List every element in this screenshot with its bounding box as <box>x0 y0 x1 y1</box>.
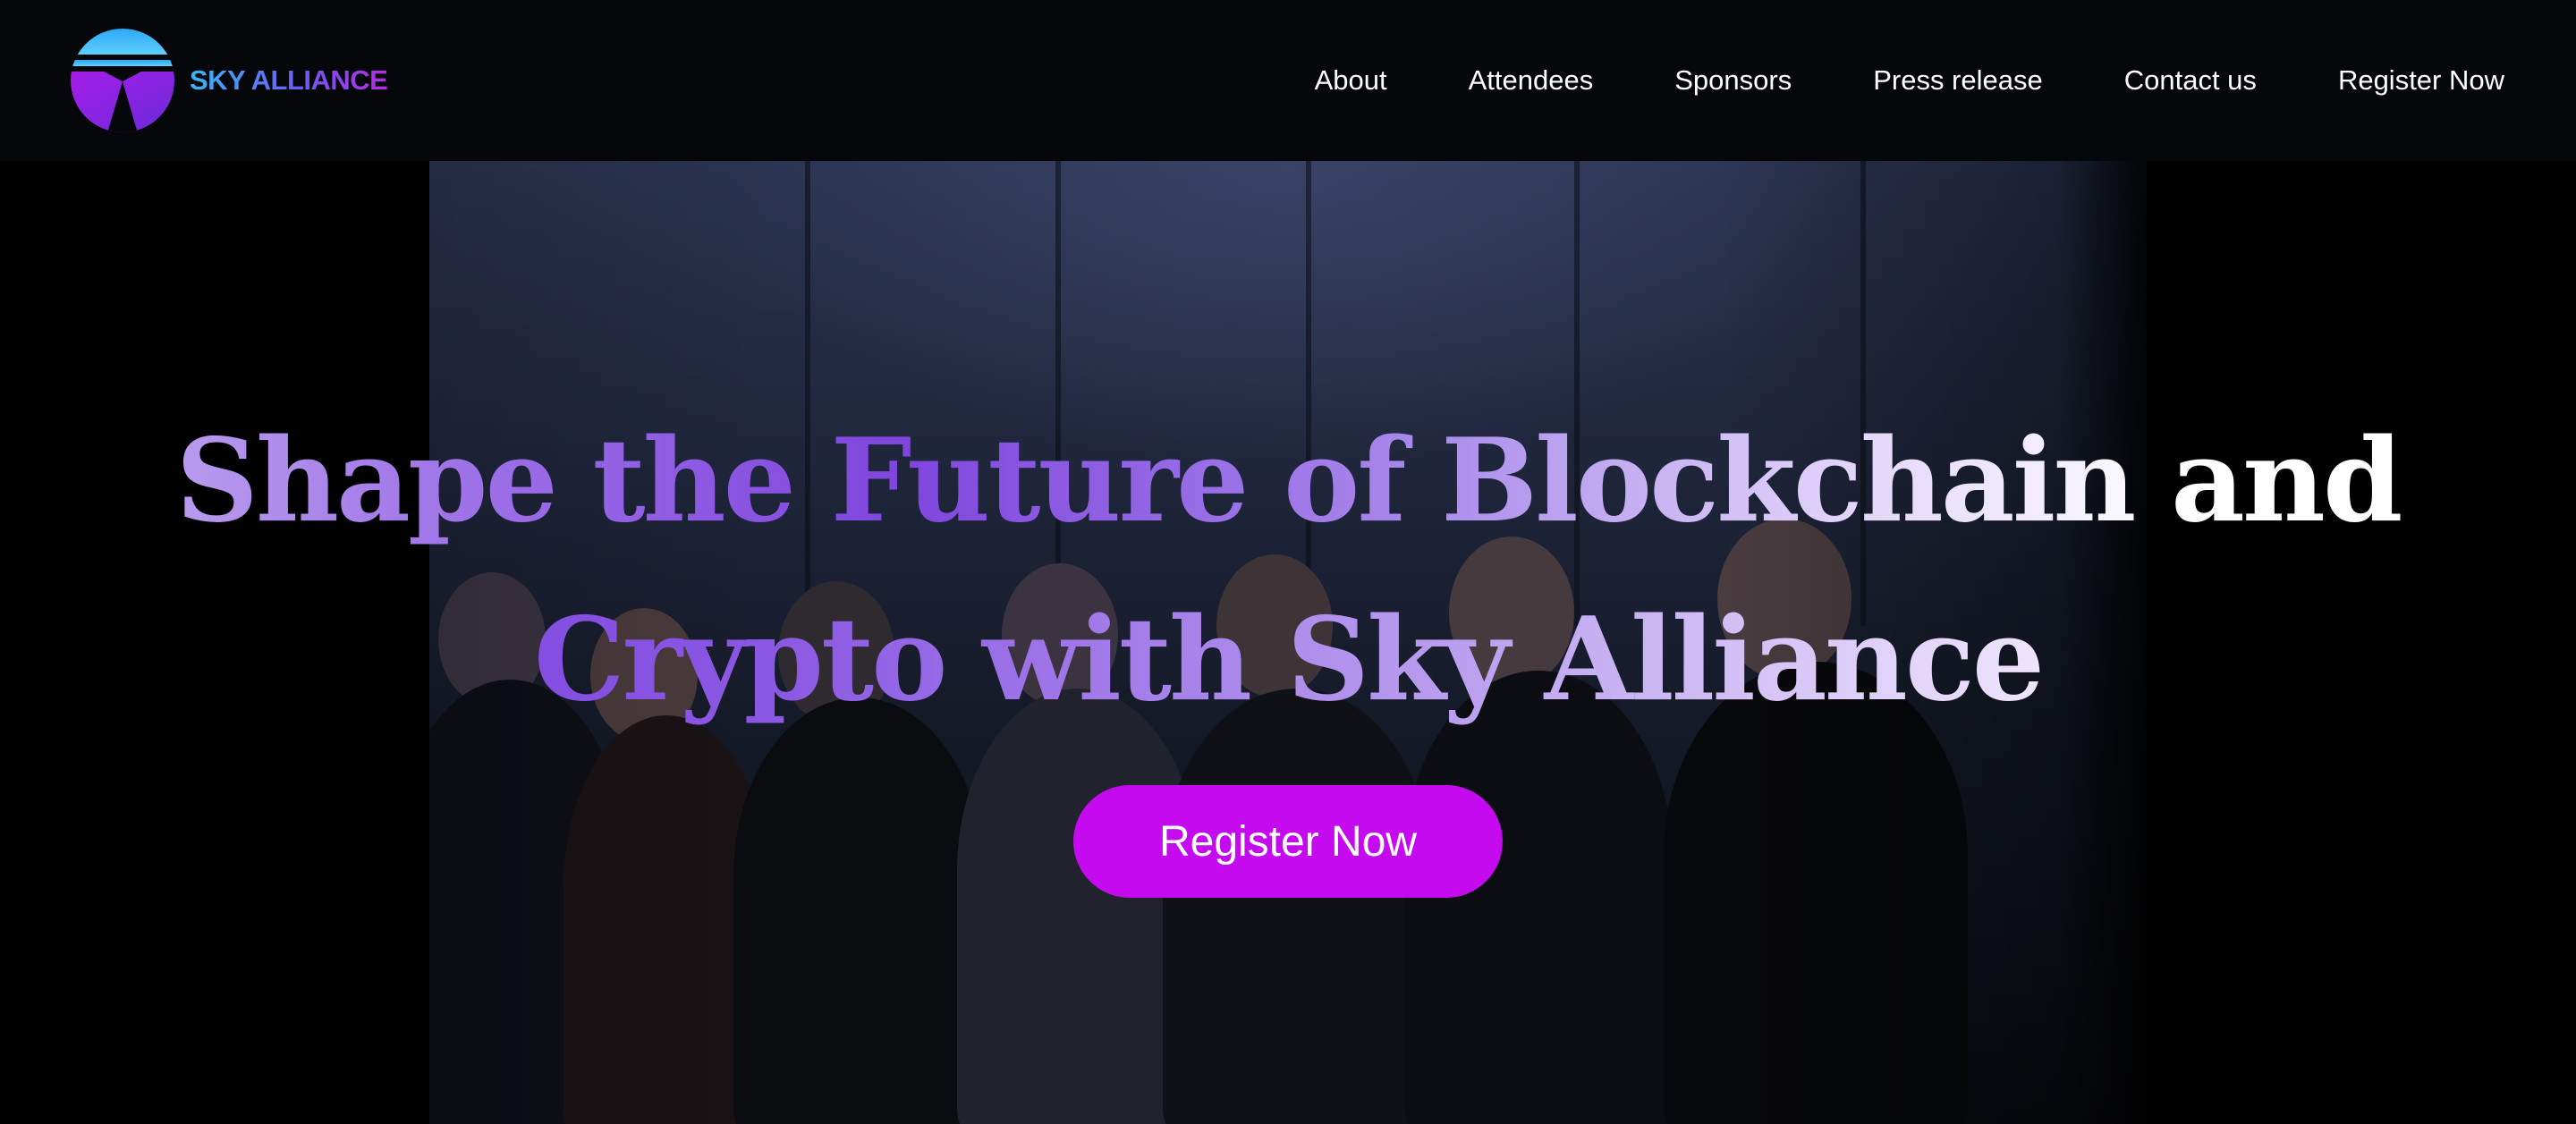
register-now-button[interactable]: Register Now <box>1073 785 1503 898</box>
hero-title-line-2: Crypto with Sky Alliance <box>0 570 2576 749</box>
main-nav: About Attendees Sponsors Press release C… <box>1315 64 2504 97</box>
nav-link-attendees[interactable]: Attendees <box>1469 64 1594 97</box>
brand-name: SKY ALLIANCE <box>190 64 388 96</box>
page: SKY ALLIANCE About Attendees Sponsors Pr… <box>0 0 2576 1124</box>
nav-link-register-now[interactable]: Register Now <box>2338 64 2504 97</box>
sky-alliance-logo-icon <box>71 29 174 132</box>
top-navigation-bar: SKY ALLIANCE About Attendees Sponsors Pr… <box>0 0 2576 161</box>
hero-title: Shape the Future of Blockchain and Crypt… <box>0 392 2576 749</box>
hero-section: Shape the Future of Blockchain and Crypt… <box>0 161 2576 1124</box>
nav-link-press-release[interactable]: Press release <box>1873 64 2043 97</box>
nav-link-sponsors[interactable]: Sponsors <box>1674 64 1792 97</box>
nav-link-contact-us[interactable]: Contact us <box>2124 64 2257 97</box>
hero-title-line-1: Shape the Future of Blockchain and <box>0 392 2576 570</box>
nav-link-about[interactable]: About <box>1315 64 1387 97</box>
brand-link[interactable]: SKY ALLIANCE <box>70 28 388 133</box>
